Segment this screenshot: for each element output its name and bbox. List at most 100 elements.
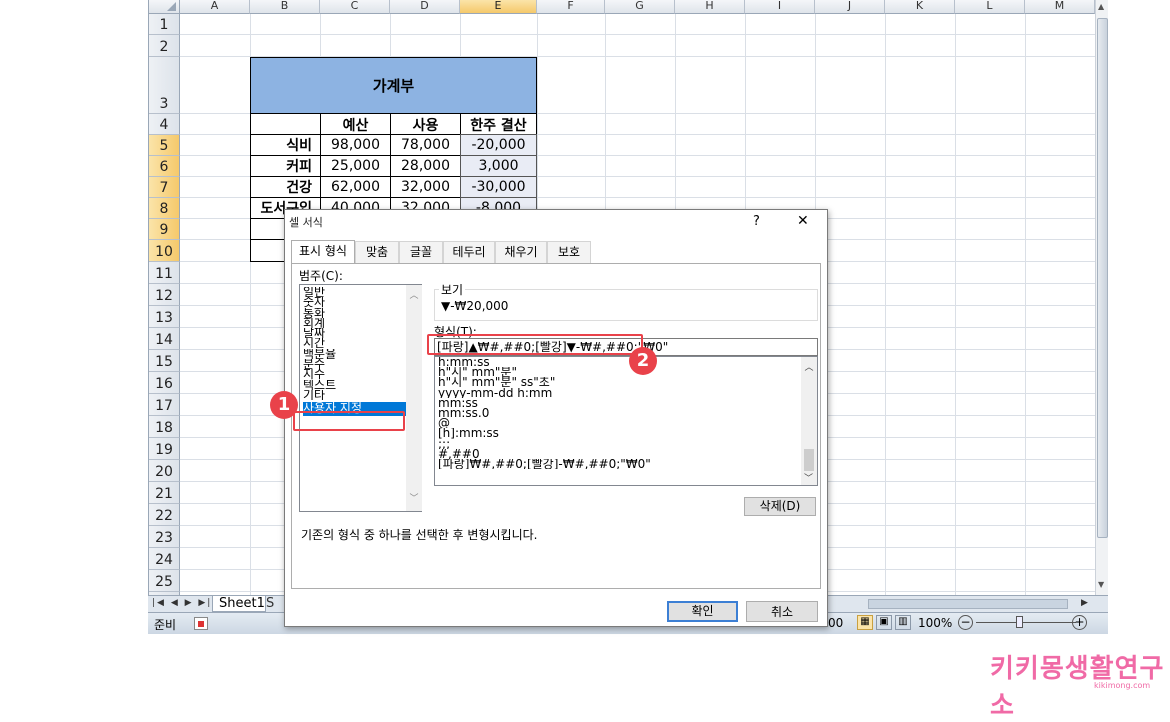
column-header-K[interactable]: K [885, 0, 955, 14]
tab-font[interactable]: 글꼴 [399, 241, 443, 263]
category-item[interactable]: 백분율 [303, 349, 408, 359]
scroll-up-icon[interactable]: ▲ [1098, 2, 1107, 12]
table-cell-result[interactable]: -20,000 [460, 134, 537, 156]
row-header-5[interactable]: 5 [149, 135, 180, 156]
format-item[interactable]: @ [438, 418, 798, 428]
vertical-scrollbar[interactable]: ▲ ▼ [1095, 0, 1108, 595]
tab-alignment[interactable]: 맞춤 [355, 241, 399, 263]
column-header-L[interactable]: L [955, 0, 1025, 14]
table-cell-used[interactable]: 28,000 [390, 155, 461, 177]
format-item[interactable]: mm:ss.0 [438, 408, 798, 418]
column-header-D[interactable]: D [390, 0, 460, 14]
category-list[interactable]: 일반 숫자 통화 회계 날짜 시간 백분율 분수 지수 텍스트 기타 사용자 지정 ︿ ﹀ [299, 284, 422, 512]
format-item[interactable]: h"시" mm"분" [438, 367, 798, 377]
format-item[interactable]: h:mm:ss [438, 357, 798, 367]
header-empty-cell[interactable] [250, 113, 321, 136]
cancel-button[interactable]: 취소 [746, 601, 818, 622]
scroll-down-icon[interactable]: ▼ [1098, 580, 1107, 590]
format-item[interactable]: yyyy-mm-dd h:mm [438, 388, 798, 398]
row-header-12[interactable]: 12 [149, 284, 180, 306]
format-item[interactable]: h"시" mm"분" ss"초" [438, 377, 798, 387]
scroll-right-icon[interactable]: ▶ [1081, 598, 1088, 608]
zoom-out-icon[interactable]: − [958, 615, 973, 630]
macro-record-icon[interactable] [194, 617, 208, 630]
horizontal-scroll-thumb[interactable] [868, 599, 1068, 609]
row-header-3[interactable]: 3 [149, 57, 180, 114]
table-cell-label[interactable]: 커피 [250, 155, 321, 177]
zoom-slider-thumb[interactable] [1016, 616, 1023, 628]
column-header-I[interactable]: I [745, 0, 815, 14]
format-item[interactable]: mm:ss [438, 398, 798, 408]
row-header-16[interactable]: 16 [149, 372, 180, 394]
row-header-7[interactable]: 7 [149, 177, 180, 198]
header-used[interactable]: 사용 [390, 113, 461, 136]
close-icon[interactable]: ✕ [797, 213, 809, 229]
category-item[interactable]: 지수 [303, 369, 408, 379]
row-header-18[interactable]: 18 [149, 416, 180, 438]
table-title[interactable]: 가계부 [250, 57, 537, 114]
row-header-22[interactable]: 22 [149, 504, 180, 526]
chevron-up-icon[interactable]: ︿ [406, 288, 422, 301]
ok-button[interactable]: 확인 [667, 601, 738, 622]
zoom-in-icon[interactable]: + [1072, 615, 1087, 630]
category-item[interactable]: 분수 [303, 359, 408, 369]
column-header-H[interactable]: H [675, 0, 745, 14]
row-header-25[interactable]: 25 [149, 570, 180, 592]
column-header-M[interactable]: M [1025, 0, 1095, 14]
row-header-1[interactable]: 1 [149, 14, 180, 35]
row-header-2[interactable]: 2 [149, 35, 180, 57]
category-item[interactable]: 일반 [303, 287, 408, 297]
table-cell-budget[interactable]: 98,000 [320, 134, 391, 156]
tab-border[interactable]: 테두리 [443, 241, 495, 263]
category-item[interactable]: 회계 [303, 318, 408, 328]
row-header-14[interactable]: 14 [149, 328, 180, 350]
format-item[interactable]: #,##0_ [438, 449, 798, 459]
row-header-21[interactable]: 21 [149, 482, 180, 504]
category-item[interactable]: 날짜 [303, 328, 408, 338]
help-icon[interactable]: ? [753, 214, 760, 229]
table-cell-used[interactable]: 78,000 [390, 134, 461, 156]
category-item[interactable]: 통화 [303, 308, 408, 318]
format-item[interactable]: [h]:mm:ss [438, 428, 798, 438]
header-weekly-result[interactable]: 한주 결산 [460, 113, 537, 136]
column-header-E[interactable]: E [460, 0, 537, 14]
row-header-4[interactable]: 4 [149, 114, 180, 135]
row-header-23[interactable]: 23 [149, 526, 180, 548]
column-header-J[interactable]: J [815, 0, 885, 14]
row-header-8[interactable]: 8 [149, 198, 180, 219]
select-all-corner[interactable] [149, 0, 180, 14]
category-scrollbar[interactable]: ︿ ﹀ [406, 285, 422, 511]
column-header-A[interactable]: A [180, 0, 250, 14]
format-item[interactable]: [파랑]₩#,##0;[빨강]-₩#,##0;"₩0" [438, 459, 798, 469]
tab-number[interactable]: 표시 형식 [291, 240, 355, 264]
format-list[interactable]: h:mm:ss h"시" mm"분" h"시" mm"분" ss"초" yyyy-mm… [434, 356, 818, 486]
chevron-down-icon[interactable]: ﹀ [406, 491, 422, 504]
category-item[interactable]: 텍스트 [303, 380, 408, 390]
column-header-B[interactable]: B [250, 0, 320, 14]
row-header-13[interactable]: 13 [149, 306, 180, 328]
table-cell-budget[interactable]: 62,000 [320, 176, 391, 198]
table-cell-budget[interactable]: 25,000 [320, 155, 391, 177]
row-header-11[interactable]: 11 [149, 262, 180, 284]
row-header-20[interactable]: 20 [149, 460, 180, 482]
row-header-6[interactable]: 6 [149, 156, 180, 177]
tab-protection[interactable]: 보호 [547, 241, 591, 263]
row-header-10[interactable]: 10 [149, 240, 180, 262]
table-cell-label[interactable]: 건강 [250, 176, 321, 198]
zoom-slider[interactable] [976, 622, 1076, 623]
tab-fill[interactable]: 채우기 [495, 241, 547, 263]
row-header-24[interactable]: 24 [149, 548, 180, 570]
row-header-9[interactable]: 9 [149, 219, 180, 240]
row-header-19[interactable]: 19 [149, 438, 180, 460]
column-header-C[interactable]: C [320, 0, 390, 14]
format-scrollbar[interactable]: ︿ ﹀ [801, 357, 817, 485]
delete-button[interactable]: 삭제(D) [744, 497, 816, 516]
category-item[interactable]: 기타 [303, 390, 408, 400]
page-layout-icon[interactable]: ▣ [876, 615, 892, 630]
sheet-tab-partial[interactable]: S [266, 596, 286, 612]
column-header-G[interactable]: G [605, 0, 675, 14]
row-header-15[interactable]: 15 [149, 350, 180, 372]
table-cell-result[interactable]: -30,000 [460, 176, 537, 198]
row-header-17[interactable]: 17 [149, 394, 180, 416]
format-item[interactable]: ;;; [438, 439, 798, 449]
